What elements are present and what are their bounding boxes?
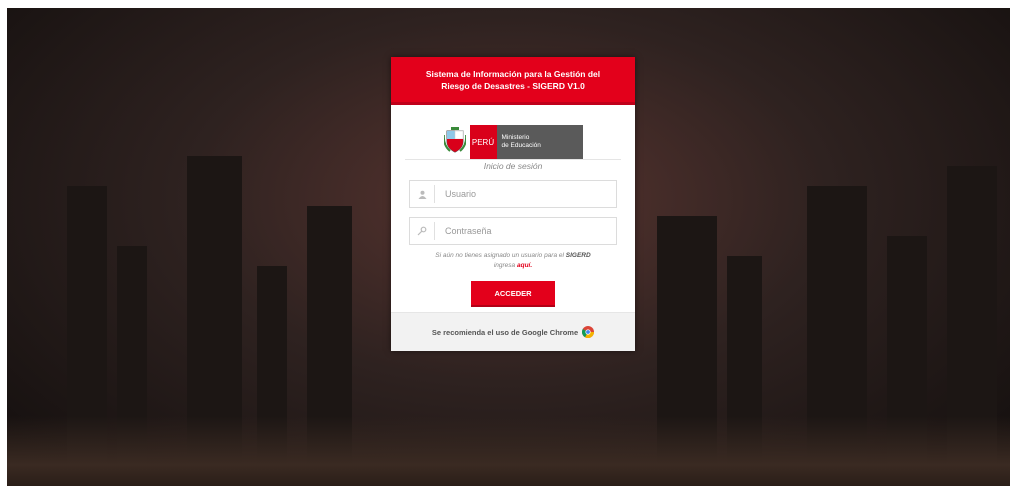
browser-recommendation: Se recomienda el uso de Google Chrome — [391, 312, 635, 351]
building-silhouette — [257, 266, 287, 486]
hint-system-name: SIGERD — [565, 252, 591, 259]
user-icon — [410, 190, 434, 199]
hint-mid: ingresa — [493, 262, 516, 269]
password-input[interactable] — [443, 225, 597, 237]
field-divider — [434, 222, 435, 240]
submit-button[interactable]: ACCEDER — [471, 281, 555, 305]
login-panel: Sistema de Información para la Gestión d… — [391, 57, 635, 351]
app-title-line1: Sistema de Información para la Gestión d… — [425, 68, 601, 79]
app-title: Sistema de Información para la Gestión d… — [391, 57, 635, 105]
building-silhouette — [187, 156, 242, 486]
building-silhouette — [947, 166, 997, 486]
field-divider — [434, 185, 435, 203]
recommendation-text: Se recomienda el uso de Google Chrome — [431, 327, 579, 337]
coat-of-arms-icon — [443, 127, 466, 153]
ministry-line2: de Educación — [501, 142, 541, 149]
register-hint: Si aún no tienes asignado un usuario par… — [405, 251, 621, 271]
building-silhouette — [657, 216, 717, 486]
ministry-logo: PERÚ Ministerio de Educación — [391, 125, 635, 159]
key-icon — [410, 226, 434, 236]
ministry-label: Ministerio de Educación — [496, 125, 583, 159]
password-field-wrapper — [409, 217, 617, 245]
register-link[interactable]: aquí. — [517, 262, 532, 269]
building-silhouette — [887, 236, 927, 486]
username-field-wrapper — [409, 180, 617, 208]
username-input[interactable] — [443, 188, 597, 200]
login-heading: Inicio de sesión — [405, 159, 621, 171]
ministry-line1: Ministerio — [501, 134, 530, 141]
building-silhouette — [727, 256, 762, 486]
building-silhouette — [307, 206, 352, 486]
app-title-line2: Riesgo de Desastres - SIGERD V1.0 — [441, 80, 585, 91]
peru-label: PERÚ — [469, 125, 497, 159]
building-silhouette — [807, 186, 867, 486]
chrome-logo-icon — [582, 326, 595, 338]
building-silhouette — [67, 186, 107, 486]
building-silhouette — [117, 246, 147, 486]
hint-prefix: Si aún no tienes asignado un usuario par… — [435, 252, 564, 259]
